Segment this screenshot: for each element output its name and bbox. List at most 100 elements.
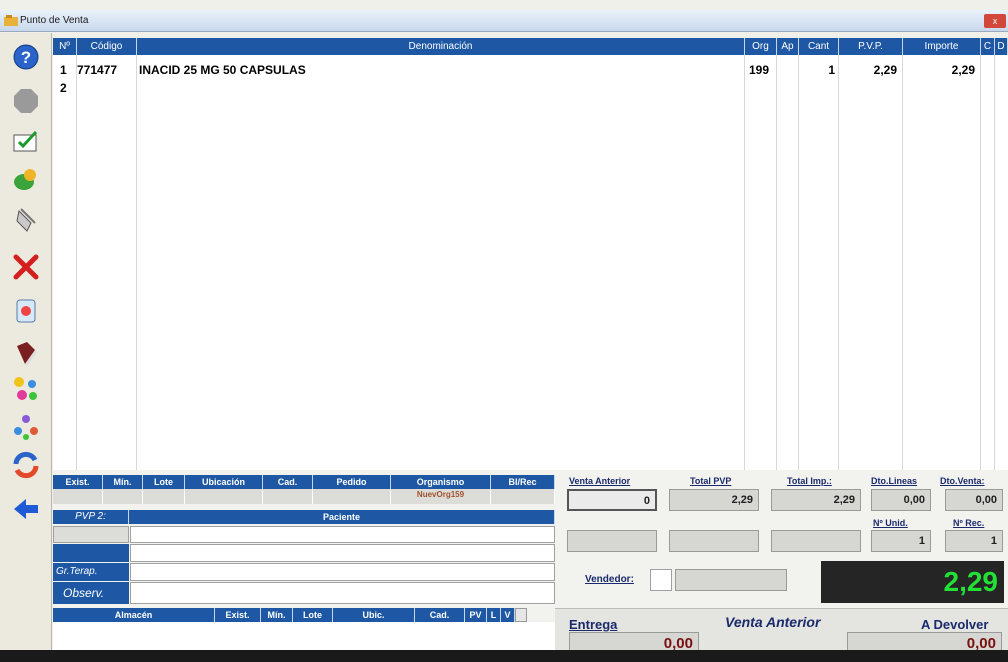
book-button[interactable] xyxy=(8,335,44,371)
almacen-scroll-button[interactable] xyxy=(515,608,527,622)
col-header-n[interactable]: Nº xyxy=(53,38,77,55)
grterap-field[interactable] xyxy=(130,563,555,581)
sales-grid: Nº Código Denominación Org Ap Cant P.V.P… xyxy=(53,38,1008,470)
pos-window: Punto de Venta x ? Nº Código Denominació… xyxy=(0,0,1008,662)
col-header-org[interactable]: Org xyxy=(745,38,777,55)
stock-ubicacion-cell xyxy=(185,489,263,504)
col-header-ap[interactable]: Ap xyxy=(777,38,799,55)
col-divider xyxy=(902,55,903,470)
almacen-header-v: V xyxy=(501,608,515,622)
almacen-list[interactable] xyxy=(53,622,555,650)
almacen-header-ubic: Ubic. xyxy=(333,608,415,622)
grid-header: Nº Código Denominación Org Ap Cant P.V.P… xyxy=(53,38,1008,55)
blank-box-3 xyxy=(771,530,861,552)
row-number: 1 xyxy=(60,63,67,77)
title-bar: Punto de Venta x xyxy=(0,10,1008,32)
pvp2-field[interactable] xyxy=(53,526,129,543)
vendedor-code-field[interactable] xyxy=(650,569,672,591)
network-icon xyxy=(14,415,38,440)
stock-header-lote: Lote xyxy=(143,475,185,489)
row-cant: 1 xyxy=(828,63,835,77)
molecules-button[interactable] xyxy=(8,371,44,407)
n-rec-label: Nº Rec. xyxy=(953,518,985,528)
recycle-bin-icon xyxy=(16,299,36,323)
stock-min-cell xyxy=(103,489,143,504)
molecules-icon xyxy=(14,377,37,400)
close-button[interactable]: x xyxy=(984,14,1006,28)
back-button[interactable] xyxy=(8,491,44,527)
almacen-header-lote: Lote xyxy=(293,608,333,622)
col-header-c[interactable]: C xyxy=(981,38,995,55)
col-header-denominacion[interactable]: Denominación xyxy=(137,38,745,55)
paciente-field[interactable] xyxy=(130,526,555,543)
paciente-extra-field[interactable] xyxy=(130,544,555,562)
refresh-button[interactable] xyxy=(8,447,44,483)
blank-box-2 xyxy=(669,530,759,552)
total-pvp-label: Total PVP xyxy=(690,476,732,486)
bottom-bar xyxy=(0,650,1008,662)
stock-header-pedido: Pedido xyxy=(313,475,391,489)
book-icon xyxy=(17,342,37,366)
col-divider xyxy=(994,55,995,470)
help-button[interactable]: ? xyxy=(8,39,44,75)
stock-cad-cell xyxy=(263,489,313,504)
col-divider xyxy=(76,55,77,470)
a-devolver-value: 0,00 xyxy=(847,632,1002,652)
col-divider xyxy=(798,55,799,470)
n-rec-value: 1 xyxy=(945,530,1003,552)
observ-field[interactable] xyxy=(130,582,555,604)
venta-anterior-label: Venta Anterior xyxy=(569,476,631,486)
scanner-button[interactable] xyxy=(8,203,44,239)
stock-exist-cell xyxy=(53,489,103,504)
totals-panel: Venta Anterior 0 Total PVP 2,29 Total Im… xyxy=(555,470,1008,652)
client-button[interactable] xyxy=(8,83,44,119)
total-imp-value: 2,29 xyxy=(771,489,861,511)
row-importe: 2,29 xyxy=(951,63,975,77)
col-divider xyxy=(744,55,745,470)
blank-box-1 xyxy=(567,530,657,552)
col-header-d[interactable]: D xyxy=(995,38,1008,55)
almacen-header-cad: Cad. xyxy=(415,608,465,622)
n-unid-label: Nº Unid. xyxy=(873,518,908,528)
app-icon xyxy=(4,15,18,26)
dto-lineas-value: 0,00 xyxy=(871,489,931,511)
n-unid-value: 1 xyxy=(871,530,931,552)
col-header-codigo[interactable]: Código xyxy=(77,38,137,55)
almacen-header-min: Mín. xyxy=(261,608,293,622)
recycle-button[interactable] xyxy=(8,291,44,327)
stock-pedido-cell xyxy=(313,489,391,504)
almacen-header-l: L xyxy=(487,608,501,622)
stock-header-exist: Exist. xyxy=(53,475,103,489)
grterap-label: Gr.Terap. xyxy=(53,563,129,581)
delete-button[interactable] xyxy=(8,249,44,285)
dto-lineas-label: Dto.Lineas xyxy=(871,476,918,486)
stock-header-blrec: Bl/Rec xyxy=(491,475,555,489)
scanner-icon xyxy=(16,208,36,232)
observ-label: Observ. xyxy=(53,582,129,604)
arrow-left-icon xyxy=(14,499,38,519)
octagon-icon xyxy=(14,89,38,113)
row-pvp: 2,29 xyxy=(873,63,897,77)
vendedor-name-field[interactable] xyxy=(675,569,787,591)
venta-anterior-value: 0 xyxy=(567,489,657,511)
dto-venta-value: 0,00 xyxy=(945,489,1003,511)
row-codigo: 771477 xyxy=(77,63,118,77)
money-icon xyxy=(14,169,36,190)
almacen-header-exist: Exist. xyxy=(215,608,261,622)
product-info-panel: Exist. Mín. Lote Ubicación Cad. Pedido O… xyxy=(53,470,555,650)
col-header-cant[interactable]: Cant xyxy=(799,38,839,55)
cash-button[interactable] xyxy=(8,161,44,197)
dto-venta-label: Dto.Venta: xyxy=(940,476,985,486)
row-number: 2 xyxy=(60,81,67,95)
pvp2-label: PVP 2: xyxy=(53,510,129,524)
svg-text:?: ? xyxy=(21,48,31,67)
entrega-field[interactable]: 0,00 xyxy=(569,632,699,652)
network-button[interactable] xyxy=(8,409,44,445)
stock-header-ubicacion: Ubicación xyxy=(185,475,263,489)
col-header-importe[interactable]: Importe xyxy=(903,38,981,55)
validate-button[interactable] xyxy=(8,123,44,159)
total-display: 2,29 xyxy=(821,561,1004,603)
col-header-pvp[interactable]: P.V.P. xyxy=(839,38,903,55)
row-denominacion: INACID 25 MG 50 CAPSULAS xyxy=(139,63,306,77)
almacen-header: Almacén xyxy=(53,608,215,622)
